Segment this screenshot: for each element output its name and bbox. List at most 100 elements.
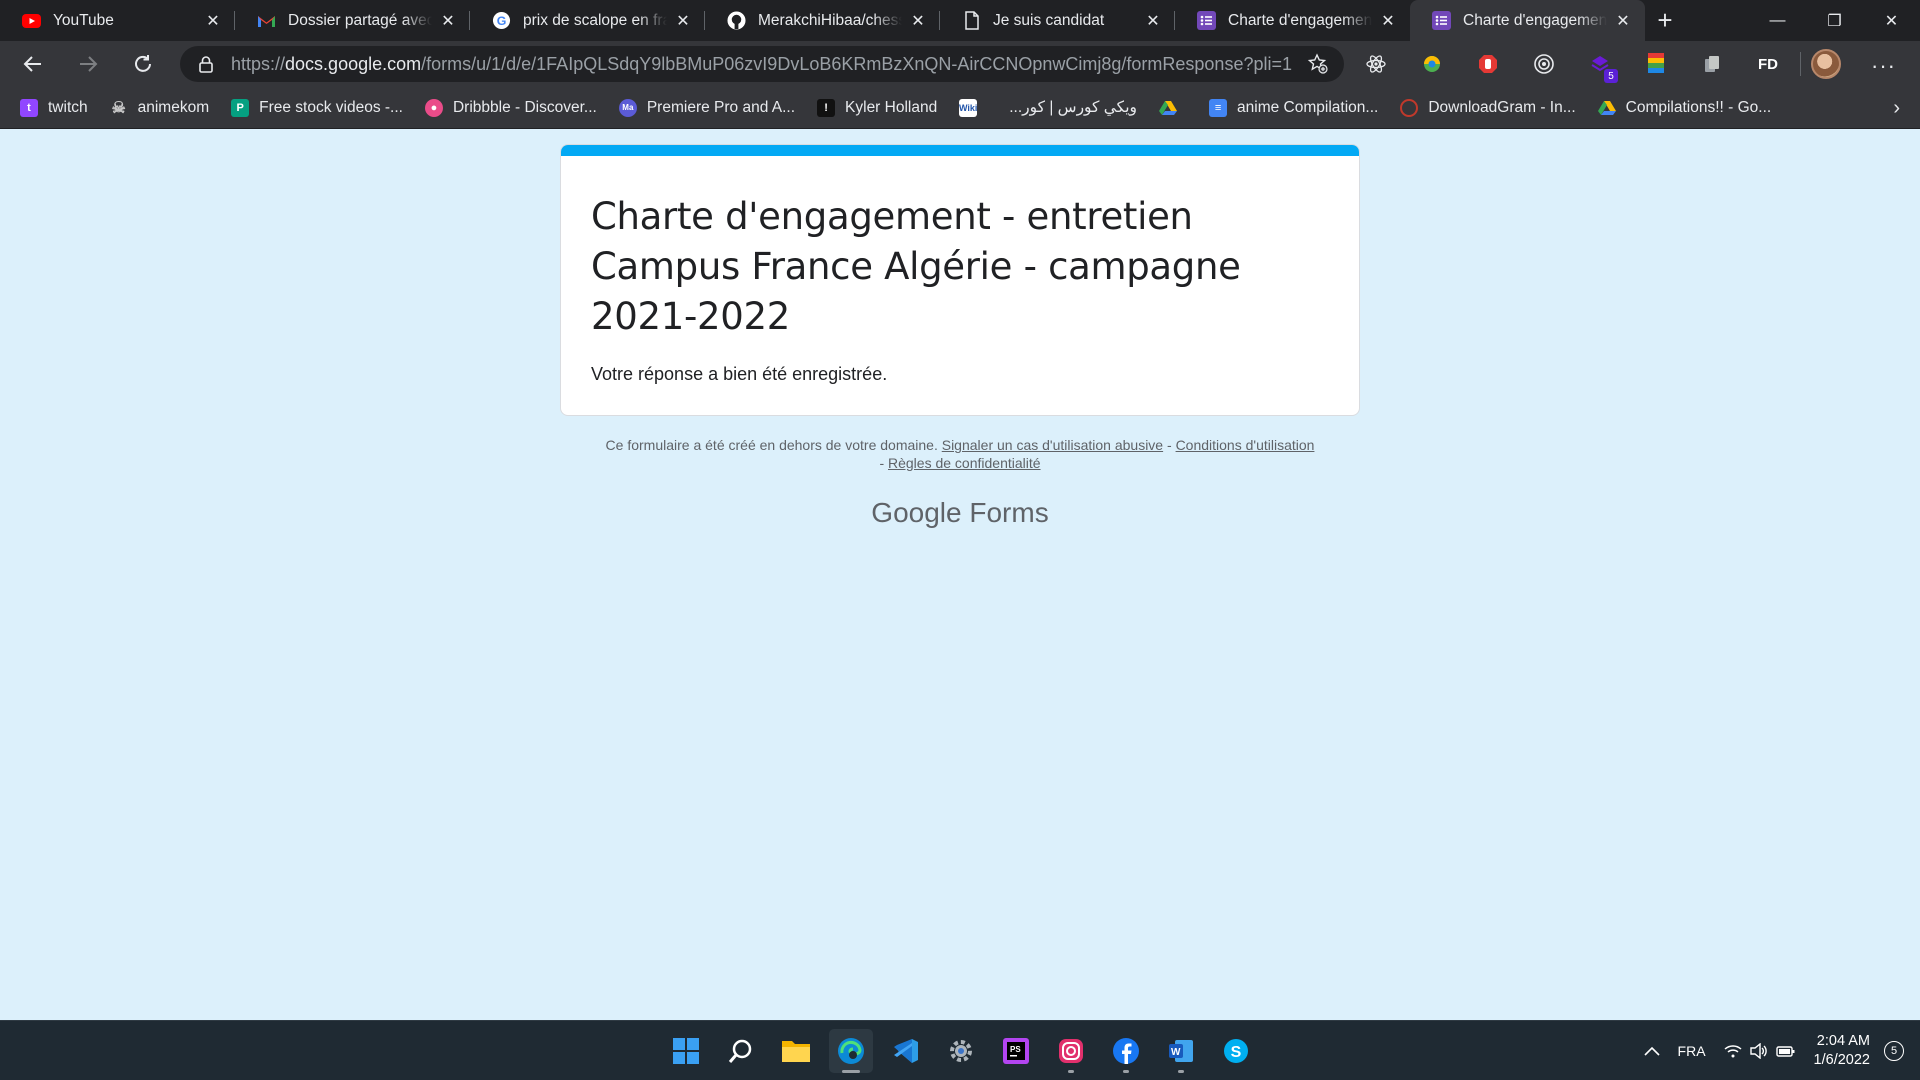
tab-github[interactable]: MerakchiHibaa/chess-game ✕ [705, 0, 940, 41]
terms-link[interactable]: Conditions d'utilisation [1176, 437, 1315, 453]
react-devtools-icon[interactable] [1360, 48, 1392, 80]
record-icon[interactable] [1528, 48, 1560, 80]
minimize-icon[interactable]: — [1749, 0, 1806, 41]
drive-icon [1159, 99, 1178, 117]
restore-icon[interactable]: ❐ [1806, 0, 1863, 41]
file-explorer-icon[interactable] [774, 1029, 818, 1073]
tab-title: Dossier partagé avec vous [288, 11, 432, 29]
bookmark-drive[interactable] [1159, 99, 1187, 117]
notification-badge[interactable]: 5 [1884, 1041, 1904, 1061]
bookmark-premiere[interactable]: Ma Premiere Pro and A... [618, 98, 795, 117]
privacy-link[interactable]: Règles de confidentialité [888, 455, 1041, 471]
system-tray: FRA 2:04 AM 1/6/2022 5 [1643, 1021, 1920, 1080]
tab-title: prix de scalope en france [523, 11, 667, 29]
close-icon[interactable]: ✕ [438, 11, 458, 31]
settings-icon[interactable] [939, 1029, 983, 1073]
twitch-icon: t [20, 98, 38, 117]
bookmark-pexels[interactable]: P Free stock videos -... [231, 98, 403, 117]
bookmark-kyler-holland[interactable]: ! Kyler Holland [817, 98, 937, 117]
tab-youtube[interactable]: YouTube ✕ [0, 0, 235, 41]
report-abuse-link[interactable]: Signaler un cas d'utilisation abusive [942, 437, 1163, 453]
extension-badge-count: 5 [1604, 69, 1618, 83]
dribbble-icon: ● [424, 98, 443, 117]
reload-icon[interactable] [121, 46, 165, 82]
language-indicator[interactable]: FRA [1678, 1043, 1706, 1059]
extensions-bar: 5 FD [1360, 48, 1841, 83]
bookmark-compilations[interactable]: Compilations!! - Go... [1597, 99, 1771, 117]
profile-avatar[interactable] [1811, 49, 1841, 79]
search-icon[interactable] [719, 1029, 763, 1073]
clock-time: 2:04 AM [1816, 1033, 1870, 1049]
skype-icon[interactable]: S [1214, 1029, 1258, 1073]
tab-je-suis-candidat[interactable]: Je suis candidat ✕ [940, 0, 1175, 41]
confirmation-message: Votre réponse a bien été enregistrée. [591, 364, 888, 384]
page-content: Charte d'engagement - entretien Campus F… [0, 129, 1920, 1020]
tab-google-search[interactable]: G prix de scalope en france ✕ [470, 0, 705, 41]
tab-gmail[interactable]: Dossier partagé avec vous ✕ [235, 0, 470, 41]
close-icon[interactable]: ✕ [1143, 11, 1163, 31]
form-footer: Ce formulaire a été créé en dehors de vo… [605, 437, 1315, 471]
close-icon[interactable]: ✕ [1378, 11, 1398, 31]
close-icon[interactable]: ✕ [673, 11, 693, 31]
taskbar-apps: PS W S [664, 1021, 1269, 1080]
volume-icon[interactable] [1749, 1043, 1768, 1059]
google-forms-logo[interactable]: Google Forms [0, 497, 1920, 529]
extension-badge-icon[interactable]: 5 [1584, 48, 1618, 83]
close-icon[interactable]: ✕ [1613, 11, 1633, 31]
kyler-icon: ! [817, 98, 836, 117]
bookmark-animekom[interactable]: ☠ animekom [110, 99, 209, 117]
address-bar[interactable]: https://docs.google.com/forms/u/1/d/e/1F… [180, 46, 1344, 82]
battery-icon[interactable] [1775, 1044, 1796, 1058]
wiki-icon: Wiki [959, 98, 977, 117]
form-accent-bar [561, 145, 1359, 156]
lock-icon[interactable] [198, 55, 216, 73]
phpstorm-icon[interactable]: PS [994, 1029, 1038, 1073]
tab-title: MerakchiHibaa/chess-game [758, 11, 902, 29]
browser-toolbar: https://docs.google.com/forms/u/1/d/e/1F… [0, 41, 1920, 87]
svg-text:S: S [1231, 1044, 1242, 1061]
footer-domain-text: Ce formulaire a été créé en dehors de vo… [605, 437, 938, 453]
wifi-icon[interactable] [1724, 1044, 1742, 1058]
tab-charte-1[interactable]: Charte d'engagement - entretien ✕ [1175, 0, 1410, 41]
gmail-icon [257, 11, 276, 30]
google-icon: G [492, 11, 511, 30]
google-forms-icon [1197, 11, 1216, 30]
bookmark-wiki-course[interactable]: ويكي كورس | كور... [1009, 98, 1137, 117]
color-extension-icon[interactable] [1416, 48, 1448, 80]
tab-title: YouTube [53, 11, 114, 29]
tab-strip: YouTube ✕ Dossier partagé avec vous ✕ G … [0, 0, 1920, 41]
new-tab-button[interactable]: + [1645, 0, 1685, 41]
chevron-up-icon[interactable] [1643, 1046, 1660, 1056]
forward-icon[interactable] [66, 46, 110, 82]
bookmark-wiki[interactable]: Wiki [959, 98, 987, 117]
close-window-icon[interactable]: ✕ [1863, 0, 1920, 41]
close-icon[interactable]: ✕ [908, 11, 928, 31]
favorite-star-icon[interactable] [1304, 50, 1332, 78]
premiere-icon: Ma [618, 98, 637, 117]
word-icon[interactable]: W [1159, 1029, 1203, 1073]
windows-start-icon[interactable] [664, 1029, 708, 1073]
bookmark-downloadgram[interactable]: DownloadGram - In... [1400, 98, 1576, 117]
bookmark-twitch[interactable]: t twitch [20, 98, 88, 117]
bookmark-dribbble[interactable]: ● Dribbble - Discover... [424, 98, 597, 117]
fd-icon[interactable]: FD [1752, 48, 1784, 80]
tab-title: Je suis candidat [993, 11, 1105, 29]
edge-icon[interactable] [829, 1029, 873, 1073]
tab-charte-active[interactable]: Charte d'engagement - entretien ✕ [1410, 0, 1645, 41]
clock[interactable]: 2:04 AM 1/6/2022 [1814, 1032, 1870, 1070]
form-title: Charte d'engagement - entretien Campus F… [591, 195, 1241, 338]
facebook-icon[interactable] [1104, 1029, 1148, 1073]
bookmarks-bar: t twitch ☠ animekom P Free stock videos … [0, 87, 1920, 129]
close-icon[interactable]: ✕ [203, 11, 223, 31]
chevron-right-icon[interactable]: › [1893, 97, 1900, 120]
instagram-icon[interactable] [1049, 1029, 1093, 1073]
vscode-icon[interactable] [884, 1029, 928, 1073]
bookmark-anime-compilation[interactable]: ≡ anime Compilation... [1209, 98, 1378, 117]
back-icon[interactable] [11, 46, 55, 82]
copy-icon[interactable] [1696, 48, 1728, 80]
adblock-icon[interactable] [1472, 48, 1504, 80]
more-menu-icon[interactable]: ··· [1871, 53, 1896, 79]
window-controls: — ❐ ✕ [1749, 0, 1920, 41]
colorzilla-icon[interactable] [1640, 48, 1672, 80]
github-icon [727, 11, 746, 30]
